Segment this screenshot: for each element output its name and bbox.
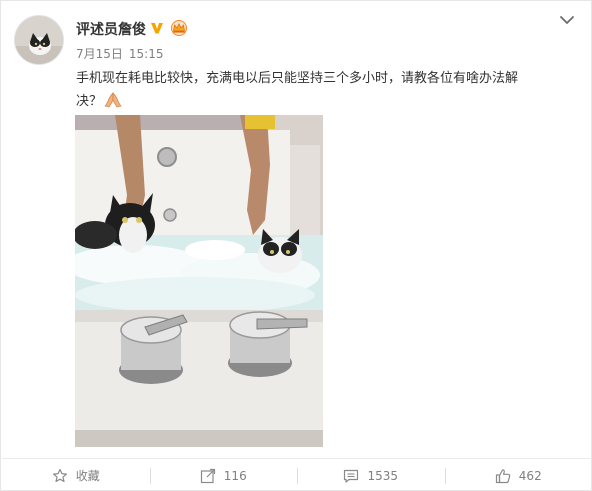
star-icon xyxy=(52,468,67,482)
like-button[interactable]: 462 xyxy=(444,459,592,491)
repost-button[interactable]: 116 xyxy=(149,459,298,491)
cats-in-bathtub-image xyxy=(75,115,323,447)
action-bar: 收藏 116 1535 462 xyxy=(2,459,592,491)
repost-icon xyxy=(200,468,215,483)
thumbs-up-icon xyxy=(495,468,511,483)
post-photo[interactable] xyxy=(75,115,323,447)
favorite-button[interactable]: 收藏 xyxy=(2,459,150,491)
post-time[interactable]: 15:15 xyxy=(129,47,164,61)
post-text-line-1: 手机现在耗电比较快，充满电以后只能坚持三个多小时，请教各位有啥办法解 xyxy=(76,71,519,86)
verified-v-icon[interactable] xyxy=(150,21,164,35)
username[interactable]: 评述员詹俊 xyxy=(76,19,146,39)
repost-count: 116 xyxy=(223,468,247,483)
praying-hands-emoji-icon xyxy=(104,92,122,108)
post-date[interactable]: 7月15日 xyxy=(76,47,123,61)
cat-avatar-image xyxy=(15,16,63,64)
post-meta: 7月15日 15:15 xyxy=(76,45,170,62)
comment-icon xyxy=(344,469,359,483)
post-text-line-2: 决？ xyxy=(76,94,103,109)
like-count: 462 xyxy=(518,468,542,483)
weibo-post-card: 评述员詹俊 7月15日 15:15 手机现在耗电比较快，充满电以后只能坚持三个多小… xyxy=(0,0,592,491)
favorite-label: 收藏 xyxy=(75,469,100,483)
crown-icon[interactable] xyxy=(170,20,188,36)
post-text-line-2-wrap: 决？ xyxy=(76,90,576,113)
post-text: 手机现在耗电比较快，充满电以后只能坚持三个多小时，请教各位有啥办法解 决？ xyxy=(76,67,576,113)
chevron-down-icon[interactable] xyxy=(559,14,575,26)
comment-count: 1535 xyxy=(367,468,399,483)
comment-button[interactable]: 1535 xyxy=(297,459,445,491)
avatar[interactable] xyxy=(14,15,64,65)
